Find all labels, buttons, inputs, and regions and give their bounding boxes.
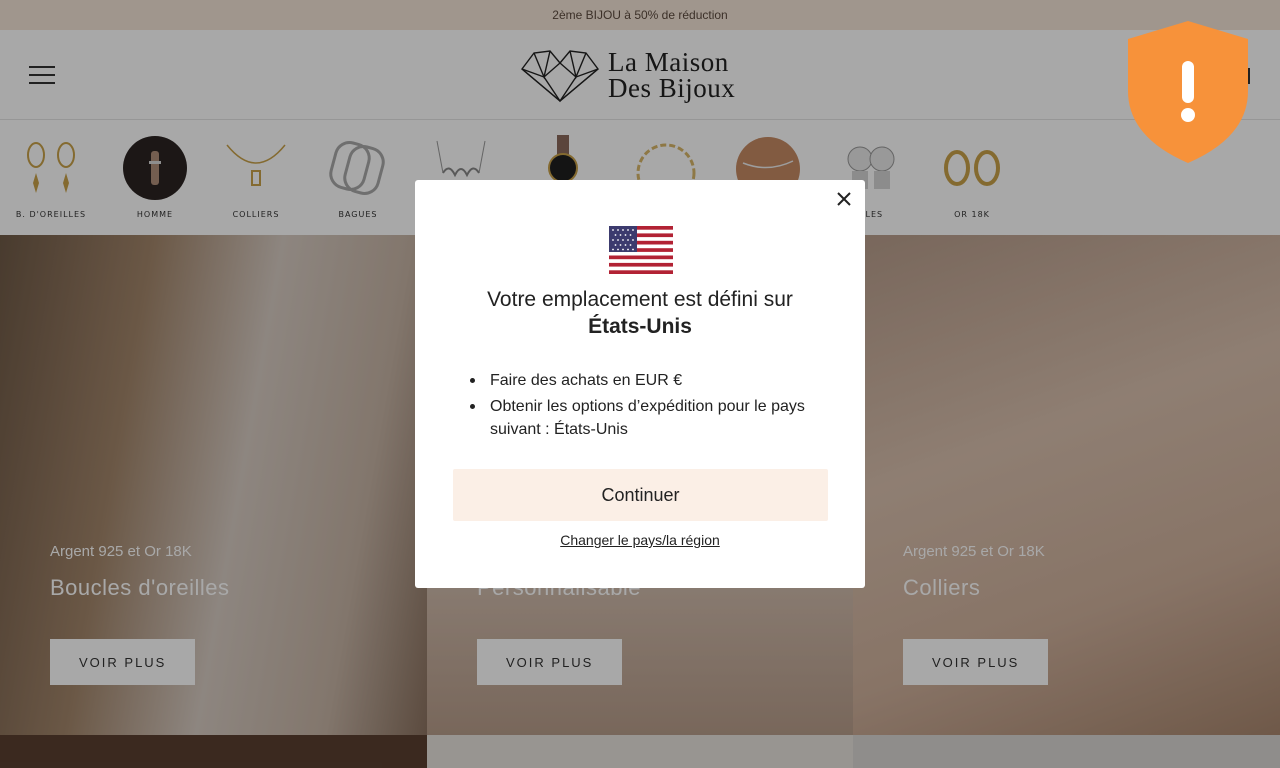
list-item: Faire des achats en EUR €	[468, 369, 828, 392]
modal-country: États-Unis	[588, 315, 692, 338]
modal-benefits-list: Faire des achats en EUR € Obtenir les op…	[468, 369, 828, 444]
continue-button[interactable]: Continuer	[453, 469, 828, 521]
location-modal: Votre emplacement est défini sur États-U…	[415, 180, 865, 588]
us-flag-icon	[609, 226, 673, 274]
change-country-link[interactable]: Changer le pays/la région	[415, 532, 865, 548]
modal-heading: Votre emplacement est défini sur	[487, 288, 793, 311]
list-item: Obtenir les options d’expédition pour le…	[468, 395, 828, 441]
close-icon[interactable]	[835, 190, 853, 208]
alert-shield-icon[interactable]	[1126, 19, 1250, 165]
